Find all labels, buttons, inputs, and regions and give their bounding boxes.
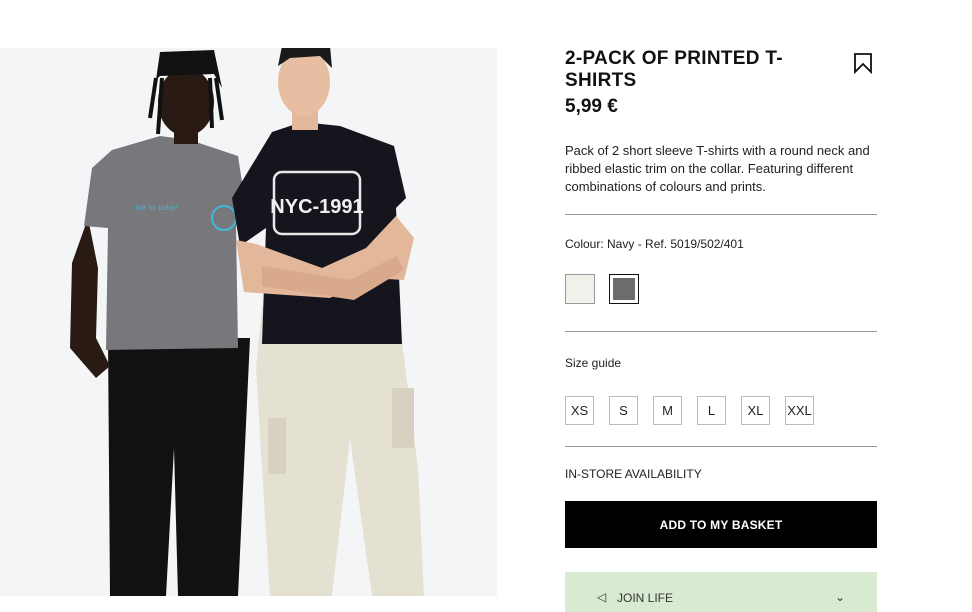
product-photo[interactable]: live for today* NYC-1991 bbox=[0, 48, 497, 596]
product-description: Pack of 2 short sleeve T-shirts with a r… bbox=[565, 143, 870, 194]
divider bbox=[565, 446, 877, 447]
colour-reference: Colour: Navy - Ref. 5019/502/401 bbox=[565, 237, 744, 251]
product-info: 2-PACK OF PRINTED T-SHIRTS 5,99 € Pack o… bbox=[565, 48, 877, 612]
join-life-banner[interactable]: ◁ JOIN LIFE ⌄ bbox=[565, 572, 877, 612]
in-store-availability-link[interactable]: IN-STORE AVAILABILITY bbox=[565, 467, 702, 481]
divider bbox=[565, 214, 877, 215]
right-tee-print: NYC-1991 bbox=[270, 196, 363, 218]
leaf-icon: ◁ bbox=[597, 590, 607, 604]
bookmark-icon[interactable] bbox=[853, 52, 873, 75]
colour-swatch-grey[interactable] bbox=[609, 274, 639, 304]
size-option-s[interactable]: S bbox=[609, 396, 638, 425]
size-option-m[interactable]: M bbox=[653, 396, 682, 425]
add-to-basket-button[interactable]: ADD TO MY BASKET bbox=[565, 501, 877, 548]
size-option-xl[interactable]: XL bbox=[741, 396, 770, 425]
size-option-l[interactable]: L bbox=[697, 396, 726, 425]
size-option-xxl[interactable]: XXL bbox=[785, 396, 814, 425]
product-title: 2-PACK OF PRINTED T-SHIRTS bbox=[565, 48, 783, 91]
swatch-fill bbox=[566, 275, 594, 303]
chevron-icon: ⌄ bbox=[835, 590, 846, 604]
product-price: 5,99 € bbox=[565, 96, 618, 117]
divider bbox=[565, 331, 877, 332]
size-option-xs[interactable]: XS bbox=[565, 396, 594, 425]
join-life-label: JOIN LIFE bbox=[617, 591, 674, 605]
colour-swatch-ecru[interactable] bbox=[565, 274, 595, 304]
swatch-fill bbox=[613, 278, 635, 300]
left-tee-print: live for today* bbox=[136, 205, 179, 212]
size-guide-link[interactable]: Size guide bbox=[565, 356, 621, 370]
